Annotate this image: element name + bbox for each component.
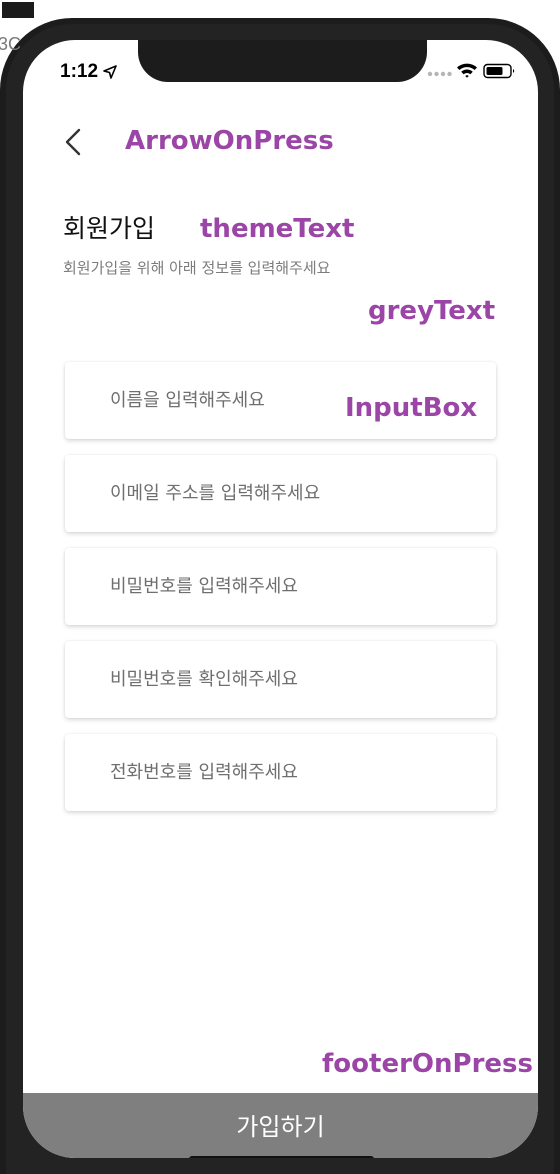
phone-screen: 1:12 ArrowOnPress 회원가입 themeText 회원가입을 위…: [23, 40, 538, 1158]
corner-mark: [2, 2, 34, 18]
email-input-box: [65, 455, 496, 532]
phone-frame: 1:12 ArrowOnPress 회원가입 themeText 회원가입을 위…: [0, 18, 560, 1174]
signup-button-label: 가입하기: [236, 1113, 325, 1141]
back-button[interactable]: [59, 124, 87, 160]
signup-button[interactable]: 가입하기: [23, 1093, 538, 1158]
email-input[interactable]: [65, 455, 496, 532]
annotation-input-box: InputBox: [345, 393, 478, 423]
password-confirm-input[interactable]: [65, 641, 496, 718]
annotation-arrow-on-press: ArrowOnPress: [125, 126, 334, 156]
password-confirm-input-box: [65, 641, 496, 718]
signup-form: [65, 362, 496, 827]
password-input[interactable]: [65, 548, 496, 625]
password-input-box: [65, 548, 496, 625]
location-arrow-icon: [103, 65, 117, 79]
status-time: 1:12: [60, 61, 99, 82]
signal-dots-icon: [427, 71, 452, 77]
annotation-theme-text: themeText: [200, 214, 355, 244]
annotation-footer-on-press: footerOnPress: [322, 1049, 533, 1079]
edge-clipped-text: 3C: [0, 34, 22, 54]
home-indicator: [189, 1156, 374, 1158]
phone-input-box: [65, 734, 496, 811]
notch: [138, 40, 427, 82]
page-subtitle: 회원가입을 위해 아래 정보를 입력해주세요: [63, 259, 331, 277]
battery-icon: [483, 63, 515, 79]
screenshot-canvas: 1:12 ArrowOnPress 회원가입 themeText 회원가입을 위…: [0, 0, 560, 1174]
chevron-left-icon: [65, 128, 81, 156]
phone-input[interactable]: [65, 734, 496, 811]
wifi-icon: [457, 63, 477, 78]
annotation-grey-text: greyText: [368, 296, 496, 326]
page-title: 회원가입: [63, 214, 156, 243]
